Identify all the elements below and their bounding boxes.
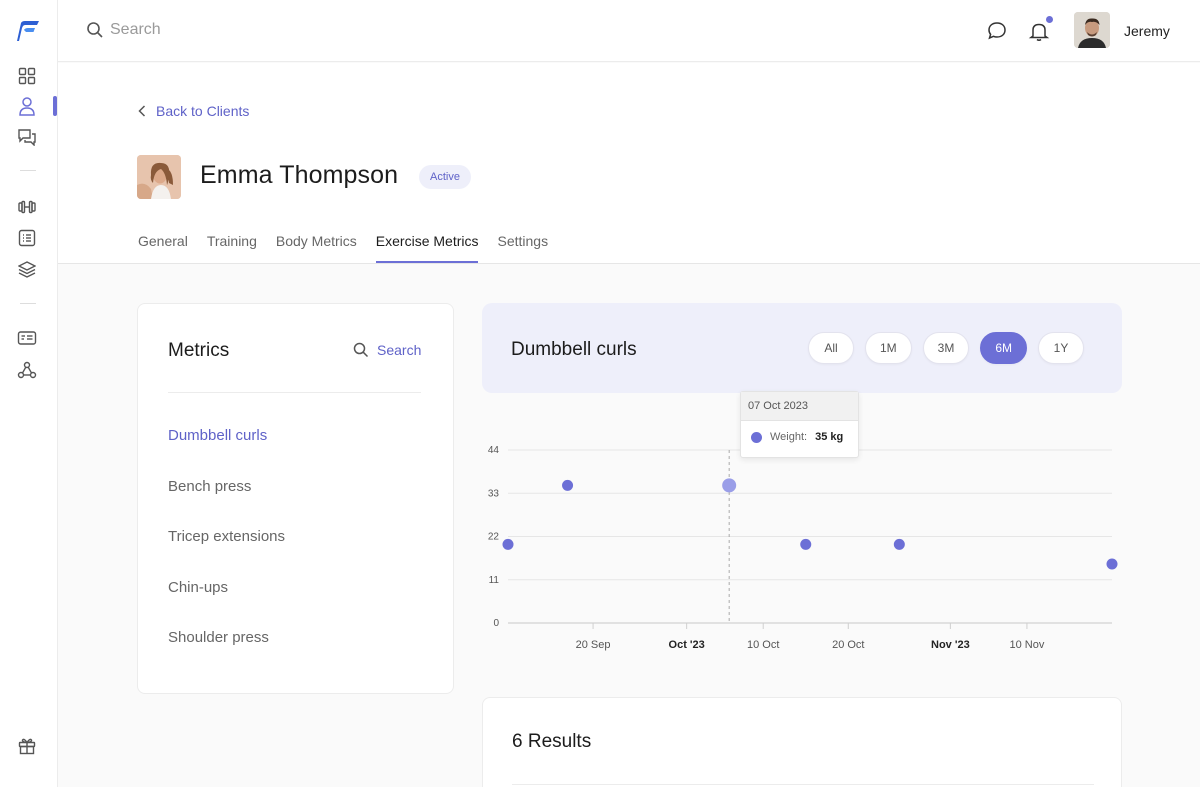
tooltip-date: 07 Oct 2023 <box>741 392 858 421</box>
sidebar-active-indicator <box>53 96 57 116</box>
y-tick-label: 0 <box>493 618 499 629</box>
results-card: 6 Results <box>482 697 1122 787</box>
results-divider <box>512 784 1094 785</box>
x-tick-label: 20 Sep <box>576 639 611 651</box>
gift-icon[interactable] <box>17 736 37 756</box>
tab-settings[interactable]: Settings <box>497 233 548 263</box>
tooltip-body: Weight: 35 kg <box>741 421 858 443</box>
chart-tooltip: 07 Oct 2023 Weight: 35 kg <box>740 391 859 458</box>
data-point[interactable] <box>800 538 812 550</box>
data-point[interactable] <box>1106 558 1118 570</box>
y-tick-label: 22 <box>488 532 500 543</box>
user-icon[interactable] <box>17 96 37 116</box>
metric-item-dumbbell-curls[interactable]: Dumbbell curls <box>168 427 267 444</box>
metrics-title: Metrics <box>168 340 230 361</box>
chevron-left-icon <box>138 105 146 117</box>
metric-item-bench-press[interactable]: Bench press <box>168 478 251 495</box>
metrics-card: Metrics Search Dumbbell curls Bench pres… <box>137 303 454 694</box>
metric-item-tricep-extensions[interactable]: Tricep extensions <box>168 528 285 545</box>
results-title: 6 Results <box>512 731 592 752</box>
dumbbell-icon[interactable] <box>17 197 37 217</box>
logo-icon[interactable] <box>17 20 41 42</box>
chat-icon[interactable] <box>986 20 1008 42</box>
metric-item-chin-ups[interactable]: Chin-ups <box>168 579 228 596</box>
back-to-clients-link[interactable]: Back to Clients <box>138 103 249 119</box>
x-tick-label: Nov '23 <box>931 639 970 651</box>
client-header: Back to Clients Emma Thompson Active Gen… <box>58 63 1200 264</box>
chart-title: Dumbbell curls <box>511 339 637 360</box>
bell-icon[interactable] <box>1028 20 1050 42</box>
messages-icon[interactable] <box>17 127 37 147</box>
tooltip-series-dot <box>751 431 762 443</box>
x-tick-label: 10 Nov <box>1009 639 1044 651</box>
tooltip-label: Weight: <box>770 431 808 443</box>
client-avatar <box>137 155 181 199</box>
id-card-icon[interactable] <box>17 328 37 348</box>
search-icon <box>353 342 369 358</box>
avatar[interactable] <box>1074 12 1110 48</box>
range-6m-button[interactable]: 6M <box>980 332 1028 364</box>
metrics-divider <box>168 392 421 393</box>
y-tick-label: 11 <box>489 575 500 586</box>
sidebar-divider <box>20 303 36 304</box>
chart-header: Dumbbell curls All 1M 3M 6M 1Y <box>482 303 1122 393</box>
search-icon <box>86 21 104 39</box>
tab-exercise-metrics[interactable]: Exercise Metrics <box>375 233 479 263</box>
webhook-icon[interactable] <box>17 360 37 380</box>
data-point[interactable] <box>893 538 905 550</box>
dashboard-icon[interactable] <box>17 66 37 86</box>
range-all-button[interactable]: All <box>808 332 854 364</box>
metrics-search-button[interactable]: Search <box>353 342 421 358</box>
tab-general[interactable]: General <box>138 233 188 263</box>
metrics-search-label: Search <box>377 342 422 358</box>
range-1y-button[interactable]: 1Y <box>1038 332 1085 364</box>
data-point[interactable] <box>562 479 574 491</box>
tab-training[interactable]: Training <box>207 233 257 263</box>
back-link-label: Back to Clients <box>156 103 250 119</box>
range-3m-button[interactable]: 3M <box>922 332 970 364</box>
user-name[interactable]: Jeremy <box>1124 23 1170 39</box>
notification-badge <box>1046 16 1053 23</box>
y-tick-label: 44 <box>488 445 500 456</box>
range-selector: All 1M 3M 6M 1Y <box>808 332 1085 364</box>
top-bar: Jeremy <box>58 0 1200 62</box>
tab-bar: General Training Body Metrics Exercise M… <box>138 233 567 263</box>
list-icon[interactable] <box>17 228 37 248</box>
data-point-highlighted[interactable] <box>722 478 737 493</box>
x-tick-label: 10 Oct <box>747 639 779 651</box>
x-tick-label: 20 Oct <box>832 639 864 651</box>
search-input[interactable] <box>110 16 410 44</box>
tab-body-metrics[interactable]: Body Metrics <box>276 233 357 263</box>
status-badge: Active <box>419 165 471 189</box>
metric-item-shoulder-press[interactable]: Shoulder press <box>168 629 269 646</box>
sidebar <box>0 0 58 787</box>
tooltip-value: 35 kg <box>815 431 844 443</box>
page-title: Emma Thompson <box>200 161 399 189</box>
layers-icon[interactable] <box>17 259 37 279</box>
range-1m-button[interactable]: 1M <box>865 332 912 364</box>
y-tick-label: 33 <box>488 488 500 499</box>
sidebar-divider <box>20 170 36 171</box>
x-tick-label: Oct '23 <box>669 639 705 651</box>
data-point[interactable] <box>502 538 514 550</box>
